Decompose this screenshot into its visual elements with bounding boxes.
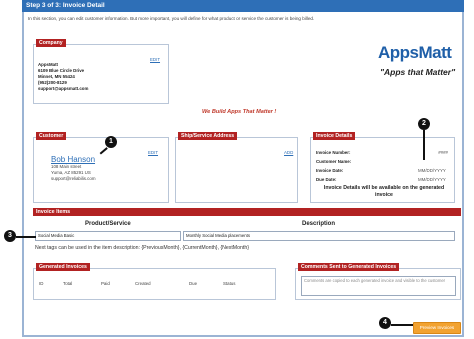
logo-text: AppsMatt [378, 43, 452, 62]
col-id: ID [39, 281, 44, 286]
invoice-date-value: MM/DD/YYYY [418, 168, 446, 173]
col-due: Due [189, 281, 198, 286]
customer-name-label: Customer Name: [316, 159, 352, 164]
customer-tag: Customer [36, 132, 67, 140]
generated-table-header: ID Total Paid Created Due Status [39, 281, 269, 287]
invoice-details-tag: Invoice Details [313, 132, 356, 140]
slogan: We Build Apps That Matter ! [202, 109, 277, 115]
col-paid: Paid [101, 281, 110, 286]
customer-name-link[interactable]: Bob Hanson [51, 155, 95, 164]
callout-2-line [423, 130, 425, 160]
callout-1: 1 [105, 136, 117, 148]
generated-invoices-tag: Generated Invoices [36, 263, 90, 271]
due-date-label: Due Date: [316, 177, 337, 182]
step-header: Step 3 of 3: Invoice Detail [22, 0, 464, 12]
ship-box [175, 137, 298, 203]
col-created: Created [135, 281, 151, 286]
col-status: Status [223, 281, 236, 286]
comments-tag: Comments Sent to Generated Invoices [298, 263, 400, 271]
product-service-input[interactable]: Social Media Basic [35, 231, 181, 241]
callout-4: 4 [379, 317, 391, 329]
company-email: support@appsmatt.com [38, 86, 89, 91]
col-total: Total [63, 281, 73, 286]
invoice-date-label: Invoice Date: [316, 168, 344, 173]
invoice-details-labels: Invoice Number: Customer Name: Invoice D… [316, 148, 351, 184]
brand-logo: AppsMatt [378, 43, 452, 62]
customer-address: 108 Main street Yuma, AZ 85291 US suppor… [51, 164, 95, 182]
col-product-service: Product/Service [85, 221, 131, 227]
ship-tag: Ship/Service Address [178, 132, 238, 140]
invoice-items-bar: Invoice Items [33, 208, 461, 216]
callout-3: 3 [4, 230, 16, 242]
intro-text: In this section, you can edit customer i… [28, 16, 315, 21]
callout-4-line [391, 324, 413, 326]
company-edit-link[interactable]: EDIT [150, 57, 160, 62]
description-tags-note: Next tags can be used in the item descri… [35, 245, 249, 251]
customer-email: support@reliabilis.com [51, 176, 96, 181]
customer-edit-link[interactable]: EDIT [148, 150, 158, 155]
company-tag: Company [36, 39, 66, 47]
comments-textarea[interactable]: Comments are copied to each generated in… [301, 276, 456, 296]
col-description: Description [302, 221, 336, 227]
ship-add-link[interactable]: ADD [284, 150, 293, 155]
description-input[interactable]: Monthly Social Media placements [183, 231, 455, 241]
logo-tagline: "Apps that Matter" [380, 67, 456, 77]
invoice-number-label: Invoice Number: [316, 150, 351, 155]
callout-3-line [16, 236, 36, 238]
callout-2: 2 [418, 118, 430, 130]
due-date-value: MM/DD/YYYY [418, 177, 446, 182]
invoice-details-note: Invoice Details will be available on the… [323, 185, 445, 198]
preview-invoices-button[interactable]: Preview Invoices [413, 322, 461, 334]
company-address: AppsMatt 6109 Blue Circle Drive Minnet, … [38, 62, 88, 92]
